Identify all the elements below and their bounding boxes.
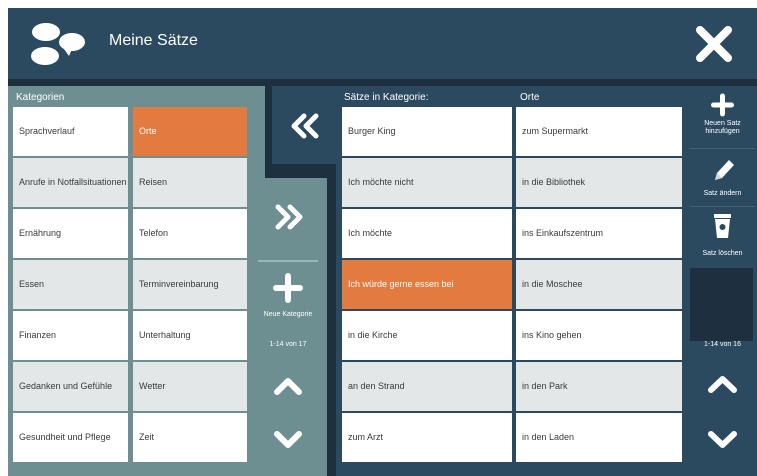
category-item[interactable]: Terminvereinbarung — [133, 260, 247, 309]
category-counter: 1-14 von 17 — [269, 341, 307, 348]
chevron-down-icon — [708, 431, 737, 448]
sentence-item[interactable]: in die Kirche — [342, 311, 512, 360]
app-window: Meine Sätze Kategorien Sprachverlauf Anr… — [8, 8, 757, 476]
add-sentence-label: Neuen Satz hinzufügen — [704, 120, 741, 136]
sentence-counter: 1-14 von 16 — [704, 341, 741, 348]
trash-icon — [714, 214, 731, 238]
sentence-item[interactable]: Ich möchte — [342, 209, 512, 258]
edit-sentence-label: Satz ändern — [703, 190, 742, 197]
sentences-scroll-up-button[interactable] — [688, 358, 757, 410]
close-button[interactable] — [688, 18, 740, 70]
category-item[interactable]: Unterhaltung — [133, 311, 247, 360]
close-icon — [696, 26, 732, 62]
new-category-button[interactable]: Neue Kategorie — [258, 266, 318, 326]
category-item[interactable]: Anrufe in Notfallsituationen — [13, 158, 128, 207]
sentences-scroll-down-button[interactable] — [688, 414, 757, 466]
chevron-up-icon — [274, 378, 302, 395]
chevron-down-icon — [274, 431, 302, 448]
add-sentence-button[interactable]: Neuen Satz hinzufügen — [688, 92, 757, 146]
edit-sentence-button[interactable]: Satz ändern — [688, 152, 757, 204]
category-item[interactable]: Ernährung — [13, 209, 128, 258]
tools-divider — [690, 148, 755, 149]
sentence-item[interactable]: ins Einkaufszentrum — [516, 209, 682, 258]
category-item[interactable]: Wetter — [133, 362, 247, 411]
tools-spacer — [690, 268, 753, 341]
scroll-down-button[interactable] — [258, 414, 318, 466]
categories-label: Kategorien — [16, 92, 65, 103]
scroll-up-button[interactable] — [258, 360, 318, 412]
category-item[interactable]: Sprachverlauf — [13, 107, 128, 156]
category-item[interactable]: Gesundheit und Pflege — [13, 413, 128, 462]
sentences-category-name: Orte — [520, 92, 540, 103]
category-item[interactable]: Essen — [13, 260, 128, 309]
sentence-item[interactable]: zum Arzt — [342, 413, 512, 462]
sentence-item[interactable]: Burger King — [342, 107, 512, 156]
pencil-icon — [715, 160, 734, 180]
sentence-item[interactable]: an den Strand — [342, 362, 512, 411]
delete-sentence-label: Satz löschen — [702, 250, 743, 257]
category-item[interactable]: Reisen — [133, 158, 247, 207]
category-item-selected[interactable]: Orte — [133, 107, 247, 156]
plus-icon — [711, 93, 734, 117]
sentence-item-selected[interactable]: Ich würde gerne essen bei — [342, 260, 512, 309]
sentence-item[interactable]: ins Kino gehen — [516, 311, 682, 360]
double-chevron-left-icon — [291, 113, 319, 139]
sentence-item[interactable]: in den Laden — [516, 413, 682, 462]
category-item[interactable]: Telefon — [133, 209, 247, 258]
tools-divider — [690, 206, 755, 207]
sentence-item[interactable]: in die Bibliothek — [516, 158, 682, 207]
nav-divider — [258, 260, 318, 262]
delete-sentence-button[interactable]: Satz löschen — [688, 210, 757, 266]
double-chevron-right-icon — [275, 204, 303, 230]
sentences-label: Sätze in Kategorie: — [344, 92, 429, 103]
plus-icon — [273, 273, 303, 303]
sentence-item[interactable]: Ich möchte nicht — [342, 158, 512, 207]
header-bar: Meine Sätze — [8, 8, 757, 79]
chevron-up-icon — [708, 376, 737, 393]
expand-button[interactable] — [258, 178, 318, 256]
page-title: Meine Sätze — [109, 32, 198, 49]
collapse-button[interactable] — [272, 86, 337, 164]
sentence-item[interactable]: zum Supermarkt — [516, 107, 682, 156]
sentence-item[interactable]: in die Moschee — [516, 260, 682, 309]
category-item[interactable]: Gedanken und Gefühle — [13, 362, 128, 411]
new-category-label: Neue Kategorie — [263, 311, 313, 318]
category-item[interactable]: Finanzen — [13, 311, 128, 360]
speech-bubbles-icon — [26, 20, 88, 68]
category-item[interactable]: Zeit — [133, 413, 247, 462]
sentence-item[interactable]: in den Park — [516, 362, 682, 411]
